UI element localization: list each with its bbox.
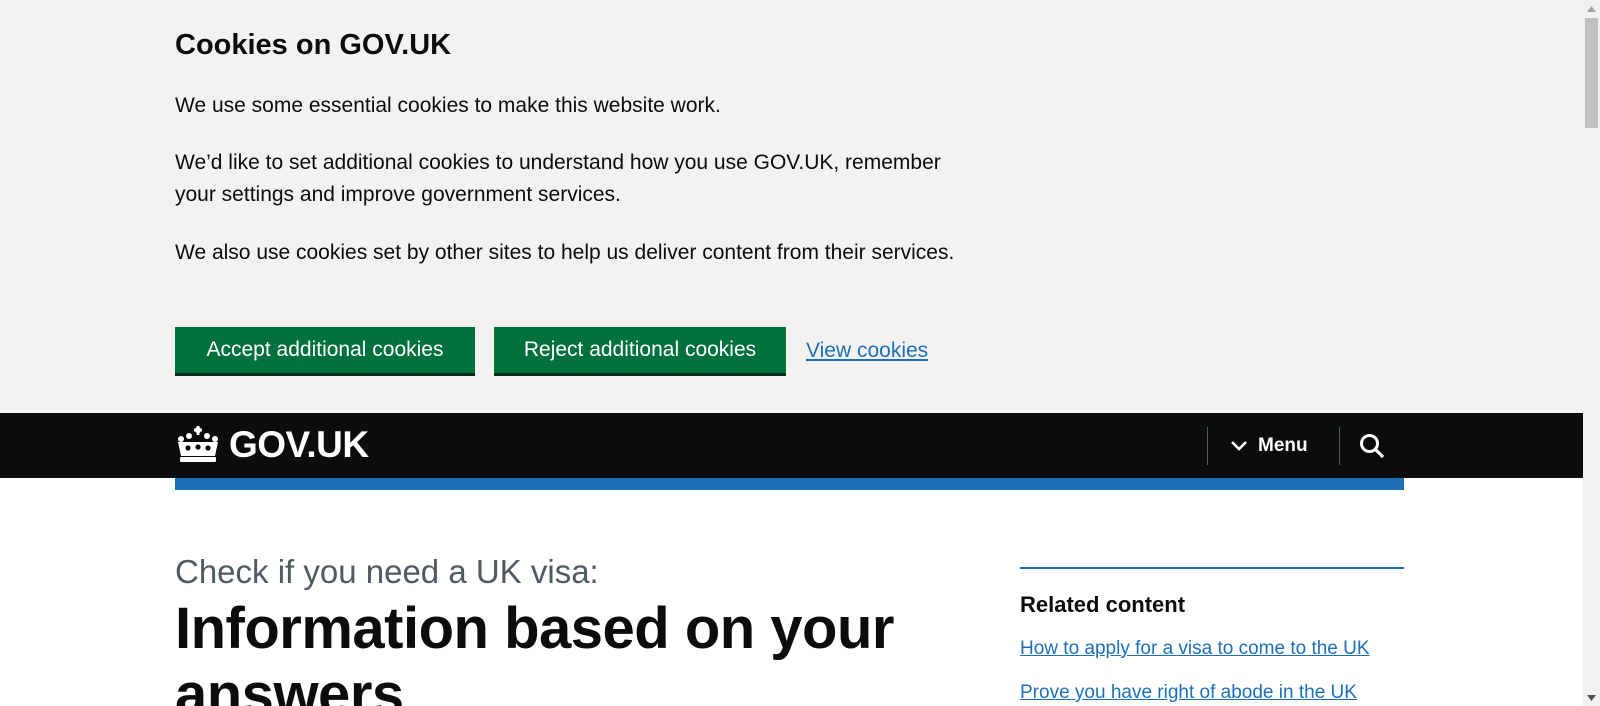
- govuk-logo-link[interactable]: GOV.UK: [175, 423, 369, 467]
- scrollbar-thumb[interactable]: [1585, 18, 1598, 128]
- nav-divider: [1207, 427, 1208, 465]
- related-link[interactable]: How to apply for a visa to come to the U…: [1020, 634, 1404, 664]
- govuk-logo-text: GOV.UK: [229, 424, 369, 465]
- scroll-up-arrow-icon[interactable]: [1583, 0, 1600, 17]
- menu-button[interactable]: Menu: [1230, 427, 1308, 465]
- page-title: Information based on your answers: [175, 596, 895, 706]
- search-icon: [1360, 433, 1385, 458]
- header-blue-bar: [175, 478, 1404, 490]
- page-viewport: Cookies on GOV.UK We use some essential …: [0, 0, 1583, 706]
- related-content: Related content How to apply for a visa …: [1020, 567, 1404, 706]
- cookie-banner-title: Cookies on GOV.UK: [175, 29, 452, 61]
- menu-label: Menu: [1258, 435, 1308, 456]
- related-content-title: Related content: [1020, 592, 1186, 617]
- related-link[interactable]: Prove you have right of abode in the UK: [1020, 678, 1404, 706]
- reject-cookies-button[interactable]: Reject additional cookies: [494, 327, 786, 373]
- vertical-scrollbar[interactable]: [1583, 0, 1600, 706]
- page-caption: Check if you need a UK visa:: [175, 553, 599, 590]
- chevron-down-icon: [1231, 441, 1247, 451]
- cookie-banner-text: We also use cookies set by other sites t…: [175, 241, 955, 264]
- cookie-banner: Cookies on GOV.UK We use some essential …: [0, 0, 1583, 413]
- cookie-banner-text: We use some essential cookies to make th…: [175, 94, 721, 117]
- crown-icon: [178, 426, 218, 462]
- search-button[interactable]: [1340, 413, 1404, 478]
- cookie-banner-text: We’d like to set additional cookies to u…: [175, 151, 941, 206]
- accept-cookies-button[interactable]: Accept additional cookies: [175, 327, 475, 373]
- view-cookies-link[interactable]: View cookies: [806, 335, 928, 367]
- scroll-down-arrow-icon[interactable]: [1583, 689, 1600, 706]
